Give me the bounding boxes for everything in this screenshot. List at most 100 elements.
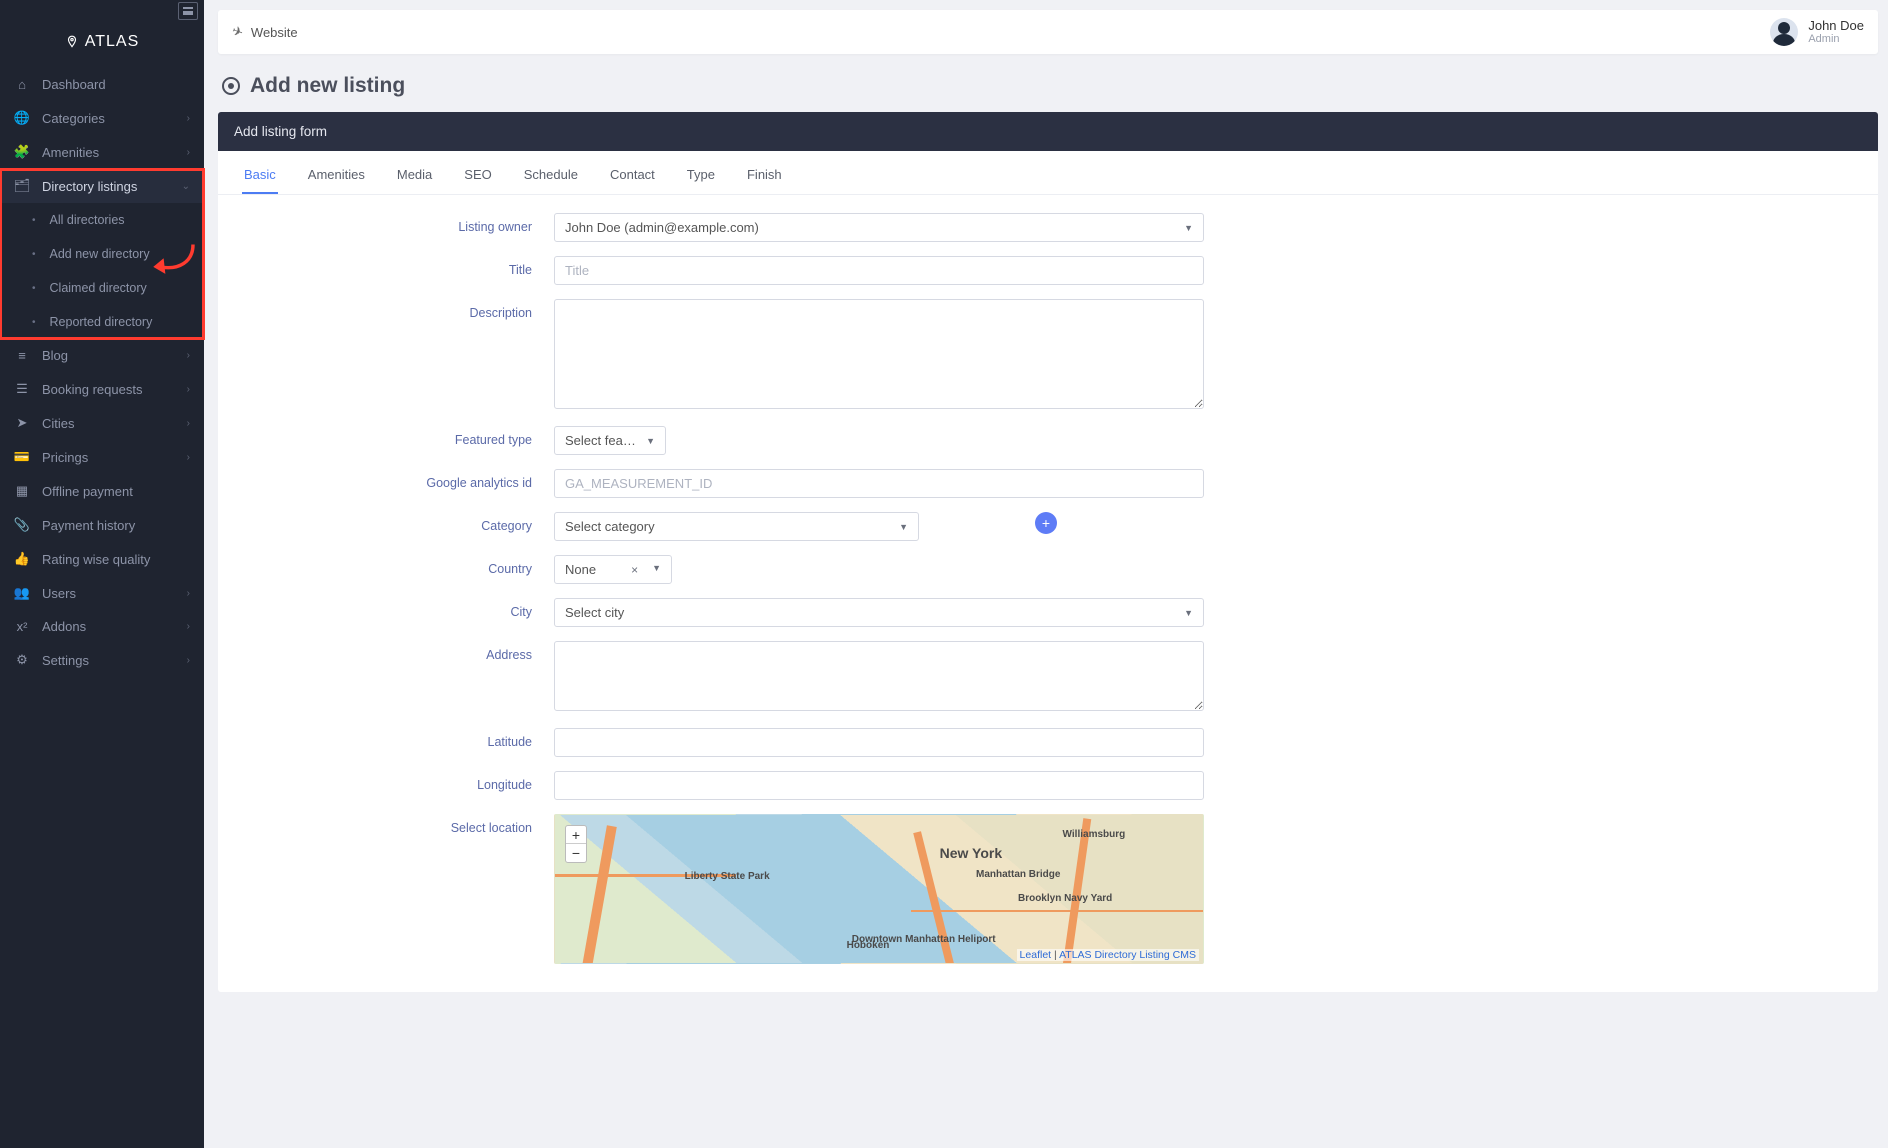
sidebar-item-payment[interactable]: 📎 Payment history <box>0 508 204 542</box>
sidebar-item-blog[interactable]: ≡ Blog › <box>0 339 204 372</box>
sidebar-item-categories[interactable]: 🌐Categories› <box>0 101 204 135</box>
nav-icon: ➤ <box>14 415 30 431</box>
sidebar-item-label: Addons <box>42 619 86 634</box>
sidebar-item-label: Users <box>42 586 76 601</box>
map[interactable]: + − New York Williamsburg Manhattan Brid… <box>554 814 1204 964</box>
chevron-icon: › <box>187 452 190 463</box>
address-textarea[interactable] <box>554 641 1204 711</box>
listing-form-card: Basic Amenities Media SEO Schedule Contact Typ… <box>218 151 1878 992</box>
chevron-down-icon: ▼ <box>1184 223 1193 233</box>
tune-icon: ☰ <box>14 381 30 397</box>
map-label: Brooklyn Navy Yard <box>1018 893 1112 904</box>
latitude-input[interactable] <box>554 728 1204 757</box>
description-textarea[interactable] <box>554 299 1204 409</box>
sidebar-subitem-claimed[interactable]: Claimed directory <box>0 271 204 305</box>
sidebar-subitem-add[interactable]: Add new directory <box>0 237 204 271</box>
sidebar-item-rating[interactable]: 👍Rating wise quality <box>0 542 204 576</box>
title-input[interactable] <box>554 256 1204 285</box>
gears-icon: ⚙ <box>14 652 30 668</box>
tab-amenities[interactable]: Amenities <box>306 163 367 194</box>
add-category-button[interactable]: + <box>1035 512 1057 534</box>
circle-target-icon <box>222 77 240 95</box>
tab-seo[interactable]: SEO <box>462 163 493 194</box>
tab-type[interactable]: Type <box>685 163 717 194</box>
sidebar-item-label: Dashboard <box>42 77 106 92</box>
sidebar-item-settings[interactable]: ⚙Settings› <box>0 643 204 677</box>
label-city: City <box>242 598 532 619</box>
clip-icon: 📎 <box>14 517 30 533</box>
brand[interactable]: ATLAS <box>0 22 204 62</box>
sidebar-item-booking[interactable]: ☰Booking requests› <box>0 372 204 406</box>
sidebar-item-dashboard[interactable]: ⌂ Dashboard <box>0 68 204 101</box>
map-label: New York <box>940 845 1003 861</box>
sidebar-item-label: Payment history <box>42 518 135 533</box>
home-icon: ⌂ <box>14 77 30 92</box>
leaflet-link[interactable]: Leaflet <box>1020 949 1052 961</box>
tab-media[interactable]: Media <box>395 163 434 194</box>
listing-owner-select[interactable]: John Doe (admin@example.com)▼ <box>554 213 1204 242</box>
sidebar-item-pricings[interactable]: 💳Pricings› <box>0 440 204 474</box>
sidebar: ATLAS ⌂Dashboard🌐Categories›🧩Amenities›🗂… <box>0 0 204 1148</box>
card-header: Add listing form <box>218 112 1878 151</box>
topbar: ✈ Website John Doe Admin <box>218 10 1878 54</box>
brand-label: ATLAS <box>85 33 140 51</box>
sidebar-item-label: Amenities <box>42 145 99 160</box>
zoom-in-button[interactable]: + <box>566 826 586 844</box>
map-zoom: + − <box>565 825 587 863</box>
label-description: Description <box>242 299 532 320</box>
chevron-icon: › <box>187 147 190 158</box>
sidebar-item-users[interactable]: 👥Users› <box>0 576 204 610</box>
map-attribution: Leaflet | ATLAS Directory Listing CMS <box>1017 949 1199 961</box>
sidebar-item-label: Directory listings <box>42 179 137 194</box>
label-longitude: Longitude <box>242 771 532 792</box>
featured-type-select[interactable]: Select featured ty…▼ <box>554 426 666 455</box>
page-title: Add new listing <box>222 74 1874 98</box>
zoom-out-button[interactable]: − <box>566 844 586 862</box>
tab-basic[interactable]: Basic <box>242 163 278 194</box>
sidebar-item-label: All directories <box>50 213 125 227</box>
sidebar-toggle[interactable] <box>178 2 198 20</box>
label-title: Title <box>242 256 532 277</box>
sidebar-item-cities[interactable]: ➤Cities› <box>0 406 204 440</box>
sidebar-item-offline[interactable]: ▦Offline payment <box>0 474 204 508</box>
sidebar-item-label: Reported directory <box>50 315 153 329</box>
sidebar-subitem-all[interactable]: All directories <box>0 203 204 237</box>
tab-schedule[interactable]: Schedule <box>522 163 580 194</box>
tabs: Basic Amenities Media SEO Schedule Contact Typ… <box>218 151 1878 195</box>
longitude-input[interactable] <box>554 771 1204 800</box>
people-icon: 👥 <box>14 585 30 601</box>
user-menu[interactable]: John Doe Admin <box>1770 18 1864 46</box>
sidebar-subitem-reported[interactable]: Reported directory <box>0 305 204 339</box>
lines-icon: ≡ <box>14 348 30 363</box>
chevron-icon: › <box>187 350 190 361</box>
puzzle-icon: 🧩 <box>14 144 30 160</box>
sidebar-item-label: Blog <box>42 348 68 363</box>
clear-icon[interactable]: × <box>631 563 638 577</box>
sidebar-item-amenities[interactable]: 🧩 Amenities › <box>0 135 204 169</box>
country-select[interactable]: None ×▼ <box>554 555 672 584</box>
chevron-icon: ⌄ <box>182 181 190 192</box>
user-name: John Doe <box>1808 19 1864 33</box>
sidebar-item-label: Categories <box>42 111 105 126</box>
label-address: Address <box>242 641 532 662</box>
ga-id-input[interactable] <box>554 469 1204 498</box>
city-select[interactable]: Select city▼ <box>554 598 1204 627</box>
label-ga-id: Google analytics id <box>242 469 532 490</box>
main: ✈ Website John Doe Admin Add new listing… <box>204 0 1888 1148</box>
sidebar-item-directory[interactable]: 🗂Directory listings⌄ <box>0 169 204 203</box>
tab-contact[interactable]: Contact <box>608 163 657 194</box>
chevron-down-icon: ▼ <box>899 522 908 532</box>
tab-finish[interactable]: Finish <box>745 163 784 194</box>
sidebar-item-label: Booking requests <box>42 382 142 397</box>
label-latitude: Latitude <box>242 728 532 749</box>
sidebar-item-label: Offline payment <box>42 484 133 499</box>
chevron-icon: › <box>187 655 190 666</box>
chevron-icon: › <box>187 621 190 632</box>
website-link[interactable]: Website <box>251 25 298 40</box>
category-select[interactable]: Select category▼ <box>554 512 919 541</box>
atlas-link[interactable]: ATLAS Directory Listing CMS <box>1059 949 1196 961</box>
label-featured-type: Featured type <box>242 426 532 447</box>
sidebar-item-addons[interactable]: x²Addons› <box>0 610 204 643</box>
sidebar-item-label: Cities <box>42 416 75 431</box>
map-label: Manhattan Bridge <box>976 869 1060 880</box>
